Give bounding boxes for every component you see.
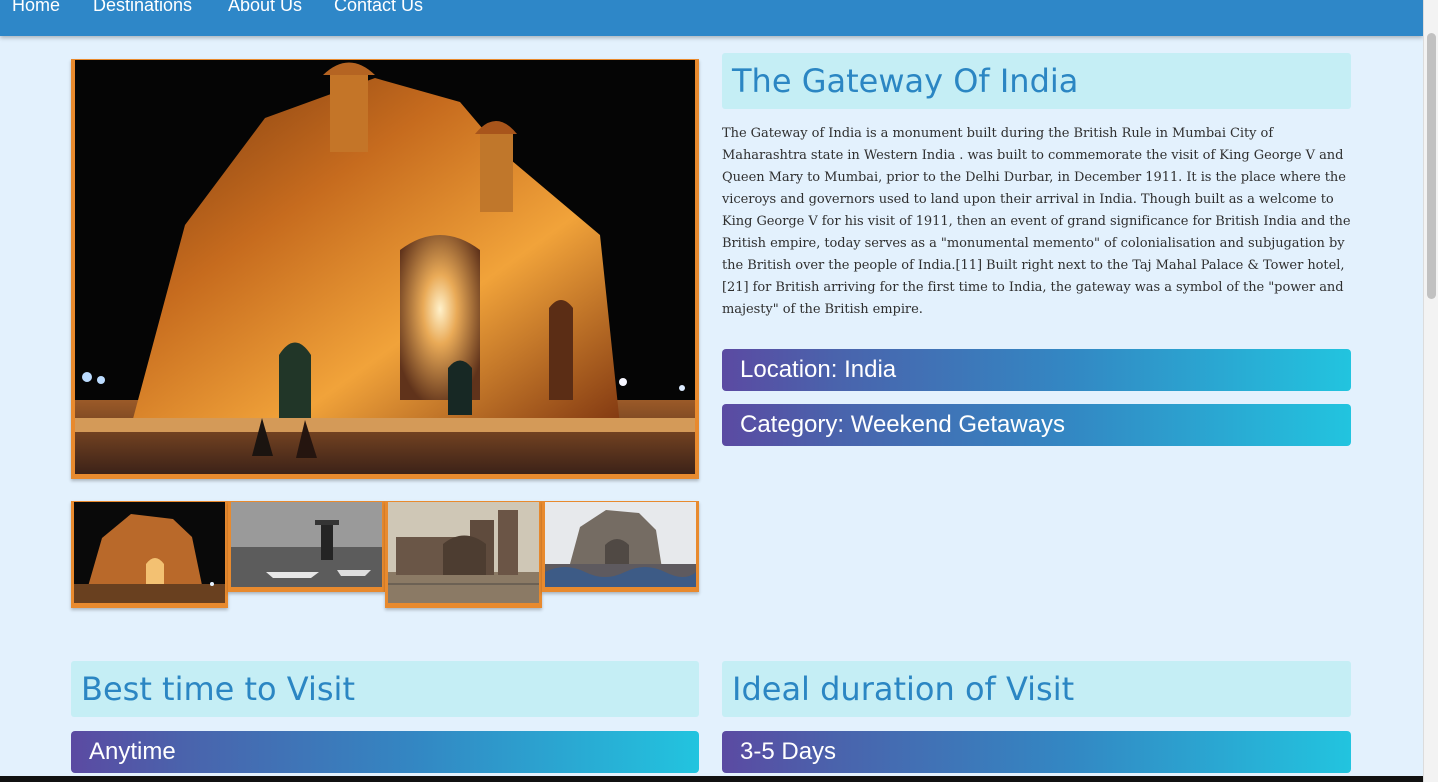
scrollbar-thumb[interactable] bbox=[1427, 33, 1436, 299]
location-bar: Location: India bbox=[722, 349, 1351, 391]
best-time-value: Anytime bbox=[71, 731, 699, 773]
gallery-thumb-taj-hotel[interactable] bbox=[385, 501, 542, 608]
vertical-scrollbar[interactable] bbox=[1423, 0, 1438, 782]
nav-home-link[interactable]: Home bbox=[12, 0, 60, 16]
gateway-day-thumb bbox=[545, 502, 696, 587]
main-gateway-image bbox=[71, 59, 699, 479]
destination-description: The Gateway of India is a monument built… bbox=[722, 126, 1351, 317]
gallery-thumb-harbor[interactable] bbox=[228, 501, 385, 592]
nav-destinations-link[interactable]: Destinations bbox=[93, 0, 192, 16]
best-time-heading: Best time to Visit bbox=[71, 661, 699, 717]
category-bar: Category: Weekend Getaways bbox=[722, 404, 1351, 446]
gallery-thumb-night-gateway[interactable] bbox=[71, 501, 228, 608]
nav-contact-us-link[interactable]: Contact Us bbox=[334, 0, 423, 16]
sea-lighthouse-thumb bbox=[231, 502, 382, 587]
taj-hotel-thumb bbox=[388, 502, 539, 603]
nav-about-us-link[interactable]: About Us bbox=[228, 0, 302, 16]
gateway-night-photo bbox=[75, 60, 695, 474]
bottom-window-edge bbox=[0, 776, 1423, 782]
destination-title: The Gateway Of India bbox=[722, 53, 1351, 109]
navbar: Home Destinations About Us Contact Us bbox=[0, 0, 1423, 36]
gateway-night-thumb bbox=[74, 502, 225, 603]
ideal-duration-heading: Ideal duration of Visit bbox=[722, 661, 1351, 717]
ideal-duration-value: 3-5 Days bbox=[722, 731, 1351, 773]
gallery-thumb-day-gateway[interactable] bbox=[542, 501, 699, 592]
